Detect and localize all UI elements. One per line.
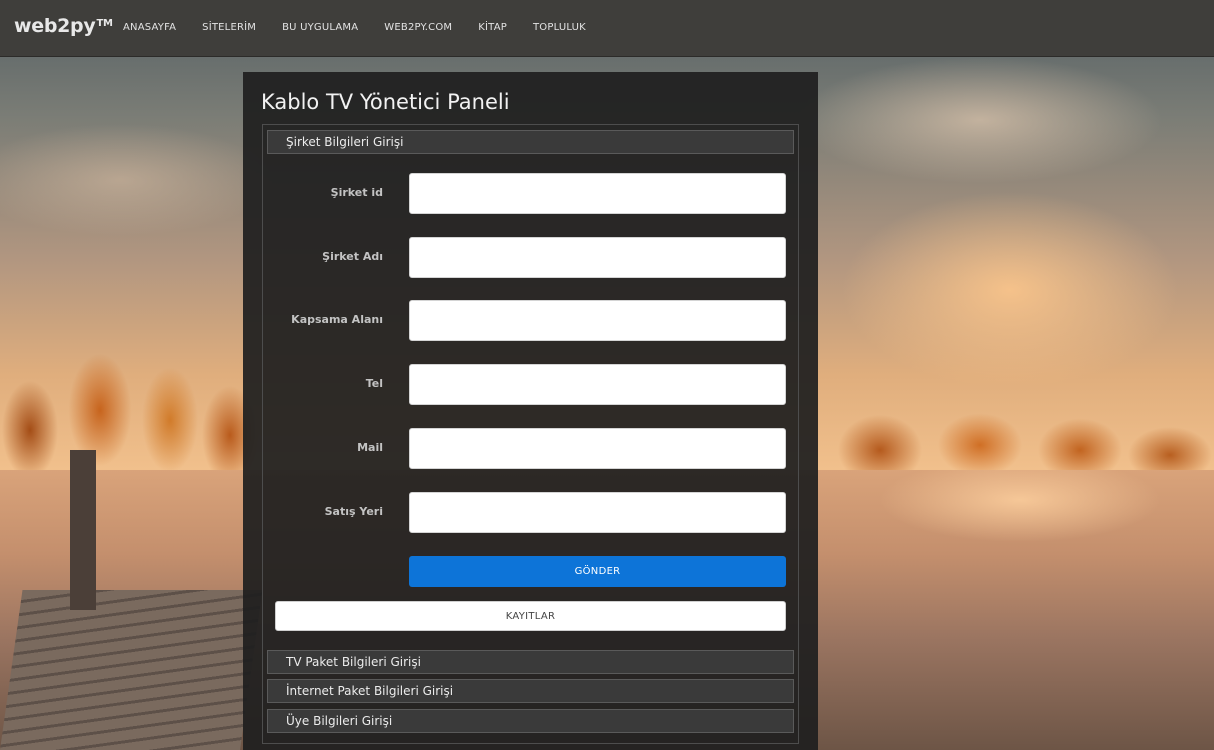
kapsama-alani-input[interactable] <box>409 300 786 341</box>
wooden-dock <box>0 590 263 750</box>
section-header-sirket[interactable]: Şirket Bilgileri Girişi <box>267 130 794 154</box>
section-header-internet-paket[interactable]: İnternet Paket Bilgileri Girişi <box>267 679 794 703</box>
page-title: Kablo TV Yönetici Paneli <box>261 90 510 114</box>
sirket-adi-input[interactable] <box>409 237 786 278</box>
section-header-tv-paket[interactable]: TV Paket Bilgileri Girişi <box>267 650 794 674</box>
brand-logo[interactable]: web2pyTM <box>14 15 113 37</box>
field-label-kapsama-alani: Kapsama Alanı <box>291 313 383 326</box>
field-label-sirket-id: Şirket id <box>330 186 383 199</box>
submit-button[interactable]: GÖNDER <box>409 556 786 587</box>
nav-item-kitap[interactable]: KİTAP <box>465 0 520 56</box>
satis-yeri-input[interactable] <box>409 492 786 533</box>
accordion: Şirket Bilgileri Girişi Şirket id Şirket… <box>262 124 799 744</box>
sirket-id-input[interactable] <box>409 173 786 214</box>
tel-input[interactable] <box>409 364 786 405</box>
field-label-satis-yeri: Satış Yeri <box>324 505 383 518</box>
section-header-uye[interactable]: Üye Bilgileri Girişi <box>267 709 794 733</box>
nav-item-sitelerim[interactable]: SİTELERİM <box>189 0 269 56</box>
top-navbar: web2pyTM ANASAYFA SİTELERİM BU UYGULAMA … <box>0 0 1214 57</box>
field-label-sirket-adi: Şirket Adı <box>322 250 383 263</box>
dock-post <box>70 450 96 610</box>
main-nav: ANASAYFA SİTELERİM BU UYGULAMA WEB2PY.CO… <box>110 0 599 56</box>
nav-item-web2py-com[interactable]: WEB2PY.COM <box>371 0 465 56</box>
nav-item-bu-uygulama[interactable]: BU UYGULAMA <box>269 0 371 56</box>
brand-name: web2py <box>14 15 96 37</box>
field-label-tel: Tel <box>365 377 383 390</box>
records-button[interactable]: KAYITLAR <box>275 601 786 631</box>
nav-item-anasayfa[interactable]: ANASAYFA <box>110 0 189 56</box>
field-label-mail: Mail <box>357 441 383 454</box>
mail-input[interactable] <box>409 428 786 469</box>
admin-panel: Kablo TV Yönetici Paneli Şirket Bilgiler… <box>243 72 818 750</box>
nav-item-topluluk[interactable]: TOPLULUK <box>520 0 599 56</box>
